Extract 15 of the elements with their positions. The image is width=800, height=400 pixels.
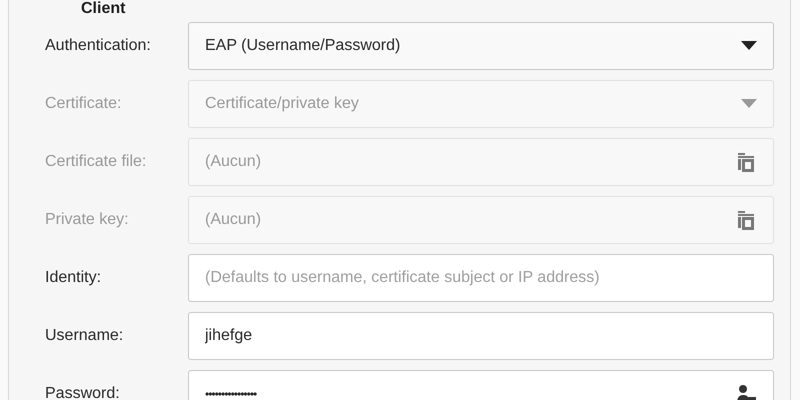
caret-icon [741, 41, 757, 51]
field-label: Username: [45, 326, 124, 346]
text-field[interactable]: (Defaults to username, certificate subject or IP address) [188, 254, 774, 302]
password-field[interactable]: •••••••••••••••• [188, 370, 774, 400]
files-icon [735, 209, 757, 231]
field-label: Certificate file: [45, 152, 148, 172]
dropdown[interactable]: EAP (Username/Password) [188, 22, 774, 70]
files-icon [735, 151, 757, 173]
field-label: Password: [45, 384, 121, 400]
field-label: Identity: [45, 268, 102, 288]
section-title: Client [81, 0, 126, 18]
field-label: Certificate: [45, 94, 122, 114]
field-label: Authentication: [45, 36, 152, 56]
field-label: Private key: [45, 210, 130, 230]
caret-icon [741, 99, 757, 109]
